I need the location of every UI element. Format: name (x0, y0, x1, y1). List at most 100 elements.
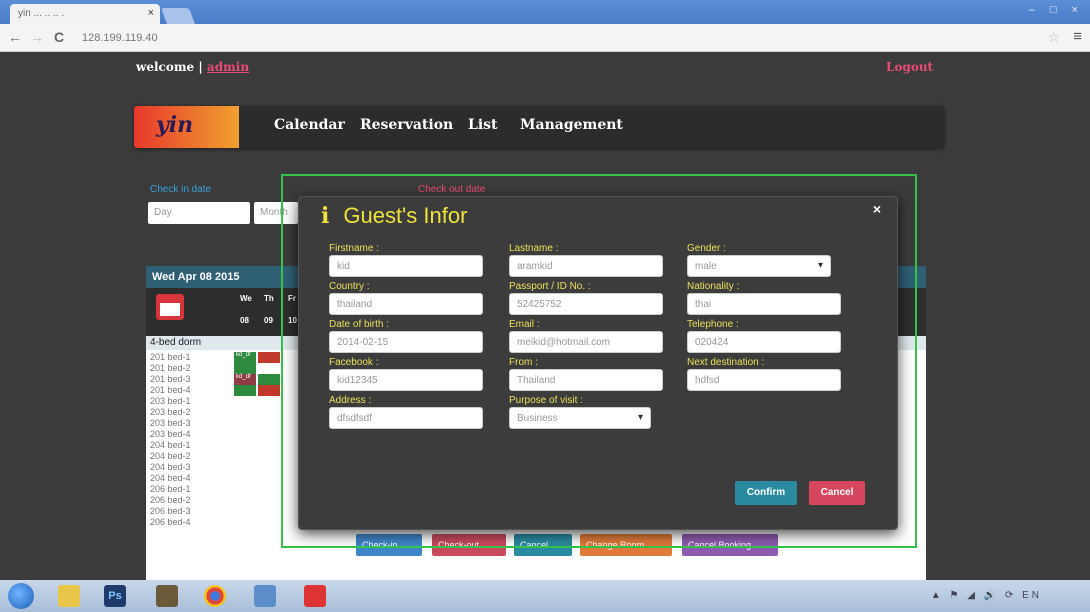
cancel-button[interactable]: Cancel (809, 481, 865, 505)
gender-label: Gender : (687, 243, 726, 254)
nav-calendar[interactable]: Calendar (274, 117, 345, 133)
modal-close-icon[interactable]: × (873, 201, 881, 217)
start-button-icon[interactable] (8, 583, 34, 609)
url-input[interactable]: 128.199.119.40 (76, 28, 996, 48)
files-icon[interactable] (254, 585, 276, 607)
bed-row-label: 203 bed-3 (150, 418, 191, 428)
cancel-booking-small-button[interactable]: Cancel (514, 534, 572, 556)
change-room-button[interactable]: Change Room (580, 534, 672, 556)
bed-row-label: 206 bed-2 (150, 495, 191, 505)
cancel-booking-button[interactable]: Cancel Booking (682, 534, 778, 556)
passport-input[interactable]: 52425752 (509, 293, 663, 315)
day-number: 08 (240, 316, 249, 325)
address-bar: ← → C 128.199.119.40 ☆ ≡ (0, 24, 1090, 52)
dob-input[interactable]: 2014-02-15 (329, 331, 483, 353)
nav-reservation[interactable]: Reservation (360, 117, 453, 133)
nationality-input[interactable]: thai (687, 293, 841, 315)
bookmark-star-icon[interactable]: ☆ (1047, 29, 1060, 46)
dob-label: Date of birth : (329, 319, 390, 330)
logout-link[interactable]: Logout (886, 60, 933, 74)
welcome-text: welcome | admin (136, 60, 249, 74)
browser-tab[interactable]: yin ... .. .. . × (10, 4, 160, 24)
month-select[interactable]: Month (254, 202, 298, 224)
facebook-label: Facebook : (329, 357, 379, 368)
checkout-button[interactable]: Check-out (432, 534, 506, 556)
new-tab-button[interactable] (161, 8, 195, 24)
telephone-input[interactable]: 020424 (687, 331, 841, 353)
bed-row-label: 201 bed-4 (150, 385, 191, 395)
country-input[interactable]: thailand (329, 293, 483, 315)
explorer-icon[interactable] (58, 585, 80, 607)
booking-block[interactable] (234, 385, 256, 396)
bed-row-label: 204 bed-1 (150, 440, 191, 450)
booking-block[interactable] (258, 385, 280, 396)
gender-select[interactable]: male (687, 255, 831, 277)
bed-row-label: 206 bed-4 (150, 517, 191, 527)
admin-user-link[interactable]: admin (207, 60, 249, 74)
forward-icon[interactable]: → (30, 29, 44, 45)
confirm-button[interactable]: Confirm (735, 481, 797, 505)
day-number: 10 (288, 316, 297, 325)
day-dow: Fr (288, 294, 296, 303)
window-controls[interactable]: – □ × (1029, 4, 1084, 16)
day-number: 09 (264, 316, 273, 325)
main-navbar: yin Calendar Reservation List Management (134, 106, 944, 148)
bed-row-label: 206 bed-3 (150, 506, 191, 516)
bed-row-label: 204 bed-3 (150, 462, 191, 472)
system-tray[interactable]: ▲ ⚑ ◢ 🔊 ⟳ EN (931, 590, 1042, 601)
bed-row-label: 203 bed-4 (150, 429, 191, 439)
telephone-label: Telephone : (687, 319, 739, 330)
purpose-select[interactable]: Business (509, 407, 651, 429)
address-input[interactable]: dfsdfsdf (329, 407, 483, 429)
guest-info-modal: × i Guest's Infor Firstname : kid Lastnam… (298, 196, 898, 530)
bed-row-label: 201 bed-3 (150, 374, 191, 384)
tab-title: yin ... .. .. . (18, 8, 65, 19)
email-input[interactable]: meikid@hotmail.com (509, 331, 663, 353)
facebook-input[interactable]: kid12345 (329, 369, 483, 391)
lastname-label: Lastname : (509, 243, 559, 254)
next-destination-input[interactable]: hdfsd (687, 369, 841, 391)
bed-row-label: 201 bed-1 (150, 352, 191, 362)
modal-title-text: Guest's Infor (343, 203, 468, 228)
back-icon[interactable]: ← (8, 29, 22, 45)
firstname-label: Firstname : (329, 243, 380, 254)
booking-block[interactable] (234, 363, 256, 374)
bed-row-label: 201 bed-2 (150, 363, 191, 373)
checkout-date-label: Check out date (418, 184, 486, 195)
day-select[interactable]: Day (148, 202, 250, 224)
bed-row-label: 204 bed-4 (150, 473, 191, 483)
nationality-label: Nationality : (687, 281, 740, 292)
checkin-button[interactable]: Check-in (356, 534, 422, 556)
address-label: Address : (329, 395, 372, 406)
bed-row-label: 206 bed-1 (150, 484, 191, 494)
os-taskbar: Ps ▲ ⚑ ◢ 🔊 ⟳ EN (0, 580, 1090, 612)
nav-management[interactable]: Management (520, 117, 623, 133)
bed-row-label: 203 bed-1 (150, 396, 191, 406)
media-icon[interactable] (156, 585, 178, 607)
reload-icon[interactable]: C (54, 29, 64, 45)
tab-close-icon[interactable]: × (148, 7, 154, 19)
checkin-date-label: Check in date (150, 184, 212, 195)
booking-block[interactable] (258, 374, 280, 385)
bed-row-label: 204 bed-2 (150, 451, 191, 461)
booking-block[interactable] (258, 352, 280, 363)
modal-title: i Guest's Infor (321, 203, 467, 229)
browser-menu-icon[interactable]: ≡ (1073, 28, 1082, 45)
country-label: Country : (329, 281, 370, 292)
photoshop-icon[interactable]: Ps (104, 585, 126, 607)
calendar-icon (156, 294, 184, 320)
nav-list[interactable]: List (468, 117, 498, 133)
welcome-separator: | (198, 60, 203, 74)
booking-block[interactable]: kd_df (234, 374, 256, 385)
chrome-icon[interactable] (204, 585, 226, 607)
day-dow: We (240, 294, 252, 303)
brand-logo[interactable]: yin (134, 106, 239, 148)
passport-label: Passport / ID No. : (509, 281, 591, 292)
pdf-icon[interactable] (304, 585, 326, 607)
browser-tab-strip: yin ... .. .. . × – □ × (0, 0, 1090, 24)
firstname-input[interactable]: kid (329, 255, 483, 277)
booking-block[interactable]: kd_df (234, 352, 256, 363)
bed-row-label: 203 bed-2 (150, 407, 191, 417)
from-input[interactable]: Thailand (509, 369, 663, 391)
lastname-input[interactable]: aramkid (509, 255, 663, 277)
